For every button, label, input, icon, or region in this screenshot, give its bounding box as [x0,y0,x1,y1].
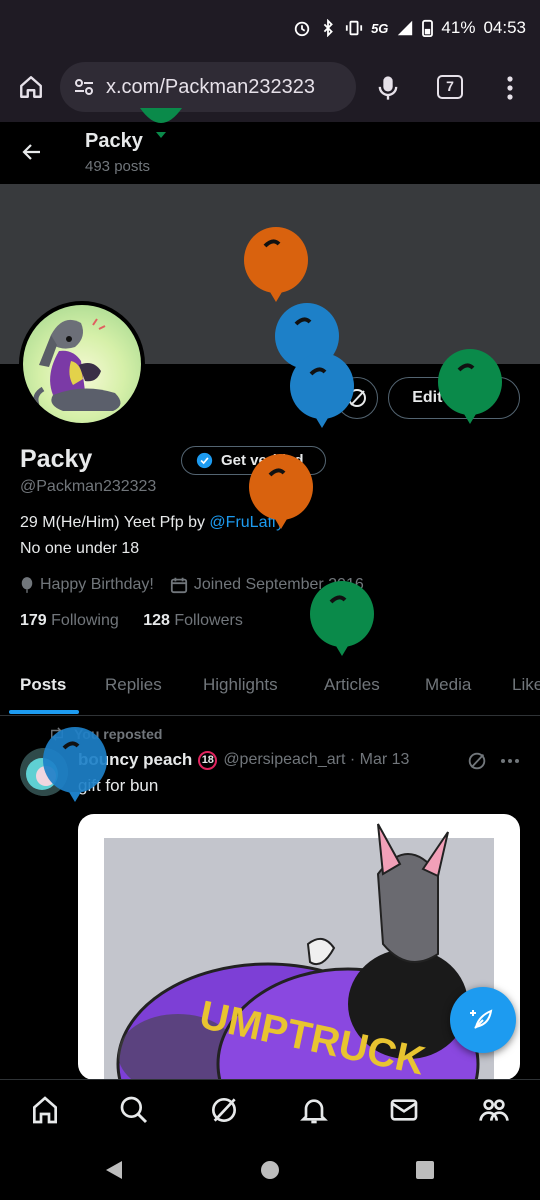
tab-likes[interactable]: Likes [512,675,540,695]
bluetooth-icon [323,19,333,37]
system-navigation [0,1141,540,1200]
following-label: Following [51,612,119,629]
profile-tabs: Posts Replies Highlights Articles Media … [0,660,540,716]
tab-switcher-button[interactable]: 7 [437,75,463,99]
network-type: 5G [371,20,389,36]
nav-home-icon[interactable] [29,1094,61,1126]
avatar-illustration [33,318,121,411]
nav-notifications-icon[interactable] [298,1094,330,1126]
post-count: 493 posts [85,158,151,175]
status-bar: 5G 41% 04:53 [0,0,540,58]
tab-posts[interactable]: Posts [20,675,66,695]
microphone-icon[interactable] [376,74,400,102]
balloon-orange-1 [244,227,308,302]
age-badge: 18 [198,750,218,770]
active-tab-indicator [9,710,79,714]
avatar-artwork [23,305,141,423]
calendar-icon [170,577,187,594]
bio-line-2: No one under 18 [20,540,140,557]
home-icon[interactable] [18,74,44,100]
display-name: Packy [20,445,93,473]
tab-replies[interactable]: Replies [105,675,162,695]
compose-post-button[interactable] [450,987,516,1053]
post-author-handle-date[interactable]: @persipeach_art · Mar 13 [223,751,409,769]
header-name: Packy [85,130,143,152]
balloon-orange-2 [249,454,313,529]
battery-icon [422,19,434,37]
back-arrow-icon[interactable] [20,140,44,164]
balloon-green-2 [310,581,374,656]
compose-feather-icon [470,1009,493,1029]
nav-communities-icon[interactable] [478,1094,510,1126]
tab-articles[interactable]: Articles [324,675,380,695]
followers-count: 128 [143,612,170,629]
address-bar[interactable]: x.com/Packman232323 [60,62,356,112]
balloon-blue-2 [290,353,354,428]
site-settings-icon[interactable] [72,75,96,99]
signal-icon [398,20,413,36]
url-text: x.com/Packman232323 [106,75,316,98]
tab-highlights[interactable]: Highlights [203,675,278,695]
post-header: bouncy peach 18 @persipeach_art · Mar 13 [78,750,409,770]
balloon-blue-3 [43,727,107,802]
balloon-icon [21,577,33,593]
post-more-icon[interactable] [500,757,520,765]
grok-post-icon[interactable] [466,750,488,772]
browser-toolbar: x.com/Packman232323 7 [0,58,540,122]
alarm-icon [294,21,310,37]
post-artwork: UMPTRUCK [116,823,480,1080]
profile-header: Packy 493 posts [0,122,540,184]
bio-line-1: 29 M(He/Him) Yeet Pfp by @FruLaffy [20,514,284,532]
profile-avatar[interactable] [19,301,145,427]
system-back-icon[interactable] [104,1159,124,1181]
tab-media[interactable]: Media [425,675,471,695]
balloon-green-top [140,108,182,138]
following-count: 179 [20,612,47,629]
system-home-icon[interactable] [260,1160,280,1180]
follow-stats: 179 Following 128 Followers [20,612,243,630]
followers-label: Followers [174,612,243,629]
clock: 04:53 [483,18,526,37]
more-options-icon[interactable] [500,75,520,101]
system-recents-icon[interactable] [415,1160,435,1180]
nav-grok-icon[interactable] [208,1094,240,1126]
bottom-navigation [0,1079,540,1141]
status-icons: 5G 41% 04:53 [293,18,526,38]
bio-text: 29 M(He/Him) Yeet Pfp by [20,514,210,531]
vibrate-icon [345,20,363,36]
following-link[interactable]: 179 Following [20,612,119,629]
balloon-green-1 [438,349,502,424]
battery-percent: 41% [441,18,476,37]
nav-messages-icon[interactable] [388,1094,420,1126]
profile-handle: @Packman232323 [20,478,157,495]
birthday-text: Happy Birthday! [40,576,154,593]
nav-search-icon[interactable] [118,1094,150,1126]
post-image[interactable]: UMPTRUCK [78,814,520,1080]
followers-link[interactable]: 128 Followers [143,612,243,629]
verified-badge-icon [196,452,213,469]
